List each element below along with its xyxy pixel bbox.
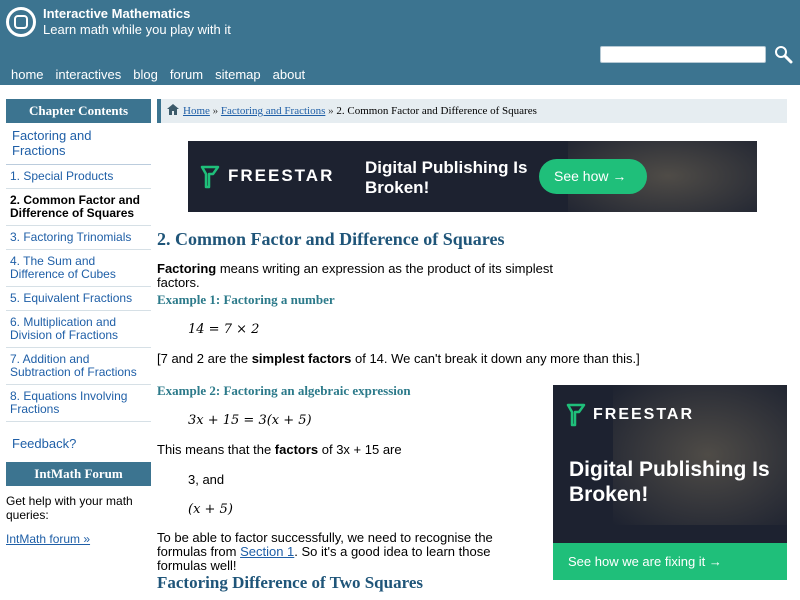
example-1-note: [7 and 2 are the simplest factors of 14.… [157, 352, 657, 366]
freestar-logo-icon [200, 165, 220, 189]
sidebar-item-special-products[interactable]: 1. Special Products [6, 165, 151, 189]
nav-sitemap[interactable]: sitemap [215, 67, 261, 82]
nav-blog[interactable]: blog [133, 67, 158, 82]
sidebar: Chapter Contents Factoring and Fractions… [6, 99, 151, 546]
site-tagline: Learn math while you play with it [43, 22, 231, 37]
ad-brand: FREESTAR [228, 166, 335, 185]
sidebar-chapter-link[interactable]: Factoring and Fractions [6, 123, 151, 165]
factor-one: 3, and [188, 472, 225, 487]
nav-interactives[interactable]: interactives [56, 67, 122, 82]
note-text: of 3x + 15 are [318, 442, 402, 457]
intro-paragraph: Factoring means writing an expression as… [157, 262, 577, 290]
intro-term: Factoring [157, 261, 217, 276]
site-logo-icon[interactable] [6, 7, 36, 37]
forum-description: Get help with your math queries: [6, 494, 133, 522]
note-bold: factors [274, 442, 319, 457]
ad-see-how-button[interactable]: See how → [539, 159, 647, 194]
forum-heading: IntMath Forum [6, 462, 151, 486]
ad-brand: FREESTAR [593, 406, 695, 423]
note-text: of 14. We can't break it down any more t… [351, 351, 640, 366]
chapter-contents-heading: Chapter Contents [6, 99, 151, 123]
example-1-heading: Example 1: Factoring a number [157, 292, 335, 307]
breadcrumb-section[interactable]: Factoring and Fractions [221, 105, 325, 117]
page-title: 2. Common Factor and Difference of Squar… [157, 229, 505, 249]
sidebar-item-common-factor: 2. Common Factor and Difference of Squar… [6, 189, 151, 226]
breadcrumb-separator: » [209, 105, 221, 117]
ad-headline: Digital Publishing Is Broken! [365, 158, 528, 198]
example-2-note: This means that the factors of 3x + 15 a… [157, 443, 537, 457]
ad-banner-side[interactable]: FREESTAR Digital Publishing Is Broken! S… [553, 385, 787, 580]
search-icon[interactable] [773, 44, 793, 64]
breadcrumb-separator: » [325, 105, 337, 117]
example-2-heading: Example 2: Factoring an algebraic expres… [157, 383, 411, 398]
example-2-math: 3x + 15 = 3(x + 5) [188, 413, 312, 428]
example-1-math: 14 = 7 × 2 [188, 322, 260, 337]
sidebar-item-equivalent-fractions[interactable]: 5. Equivalent Fractions [6, 287, 151, 311]
note-bold: simplest factors [251, 351, 352, 366]
note-text: This means that the [157, 442, 275, 457]
intro-text: means writing an expression as the produ… [157, 261, 553, 290]
site-header: Interactive Mathematics Learn math while… [0, 0, 800, 85]
breadcrumb-home[interactable]: Home [183, 105, 210, 117]
breadcrumb-current: 2. Common Factor and Difference of Squar… [336, 105, 537, 117]
formula-paragraph: To be able to factor successfully, we ne… [157, 531, 542, 573]
site-title[interactable]: Interactive Mathematics [43, 6, 190, 21]
home-icon[interactable] [167, 104, 179, 115]
ad-fixing-button[interactable]: See how we are fixing it → [553, 543, 787, 580]
factor-two: (x + 5) [188, 502, 233, 517]
nav-about[interactable]: about [273, 67, 306, 82]
sidebar-item-factoring-trinomials[interactable]: 3. Factoring Trinomials [6, 226, 151, 250]
note-text: [7 and 2 are the [157, 351, 252, 366]
breadcrumb: Home » Factoring and Fractions » 2. Comm… [157, 99, 787, 123]
forum-link[interactable]: IntMath forum » [6, 522, 151, 546]
section-heading: Factoring Difference of Two Squares [157, 573, 423, 592]
sidebar-item-multiplication-division[interactable]: 6. Multiplication and Division of Fracti… [6, 311, 151, 348]
nav-home[interactable]: home [11, 67, 44, 82]
ad-headline: Digital Publishing Is Broken! [569, 458, 770, 507]
sidebar-item-equations-fractions[interactable]: 8. Equations Involving Fractions [6, 385, 151, 422]
freestar-logo-icon [566, 403, 586, 427]
search-input[interactable] [600, 46, 766, 63]
section-1-link[interactable]: Section 1 [240, 544, 294, 559]
nav-forum[interactable]: forum [170, 67, 203, 82]
feedback-link[interactable]: Feedback? [6, 422, 151, 462]
sidebar-item-sum-difference-cubes[interactable]: 4. The Sum and Difference of Cubes [6, 250, 151, 287]
ad-banner-top[interactable]: FREESTAR Digital Publishing Is Broken! S… [188, 141, 757, 212]
sidebar-item-addition-subtraction[interactable]: 7. Addition and Subtraction of Fractions [6, 348, 151, 385]
main-nav: home interactives blog forum sitemap abo… [11, 67, 317, 82]
